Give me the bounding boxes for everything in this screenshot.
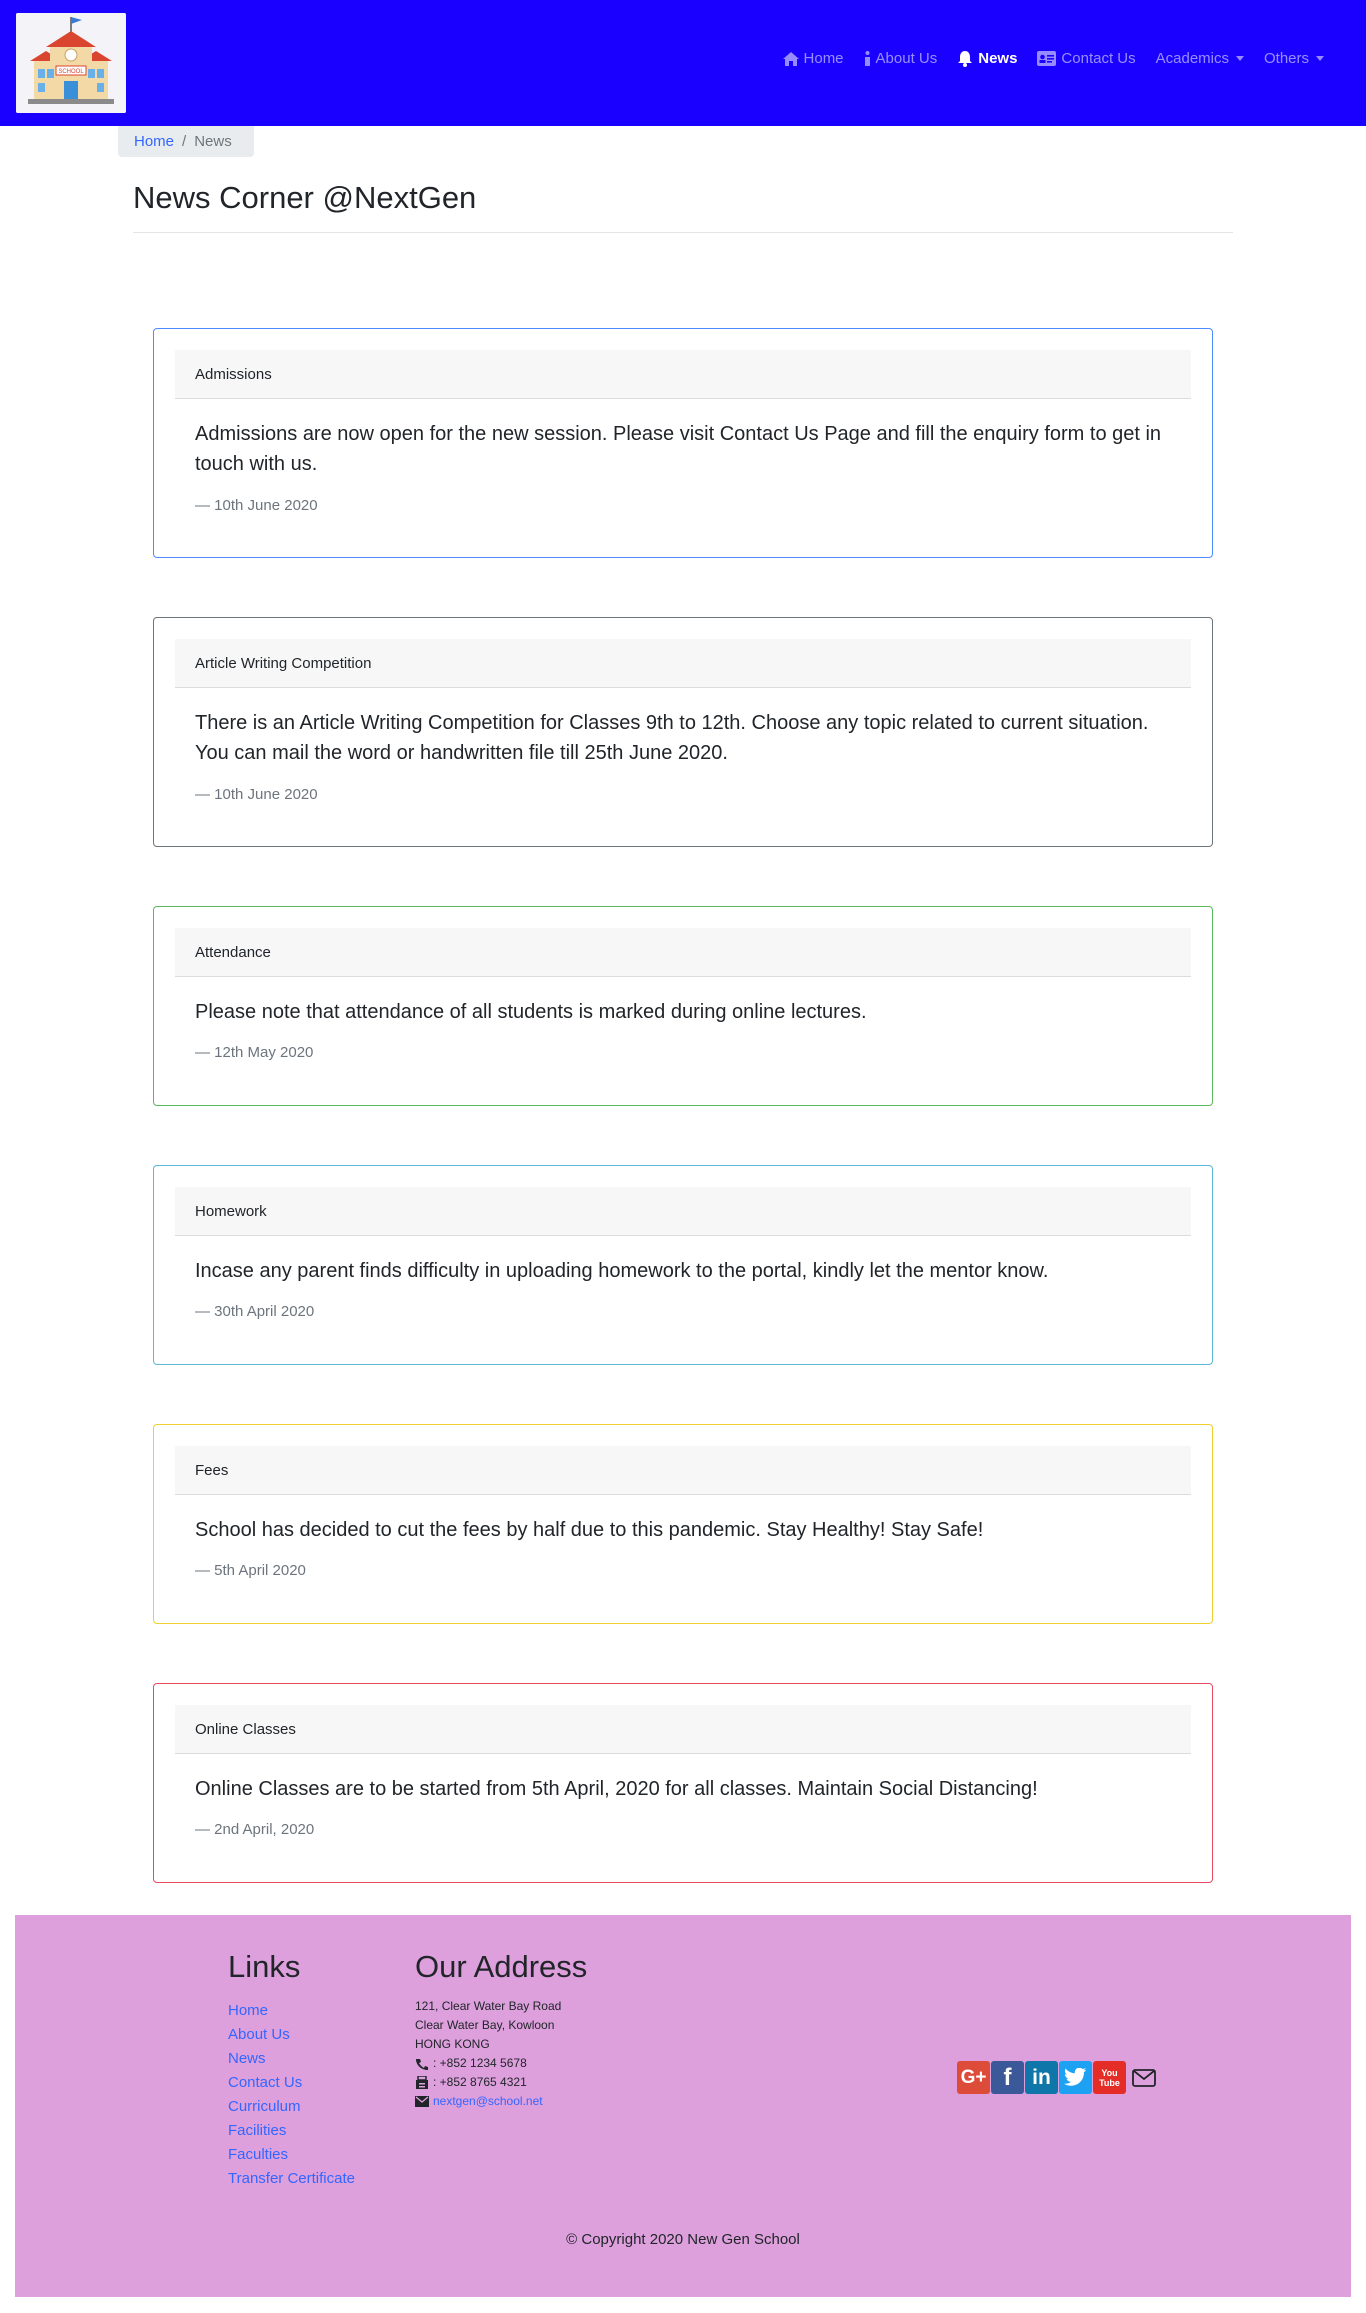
fax-number: : +852 8765 4321 [433, 2075, 527, 2089]
linkedin-icon: in [1032, 2065, 1051, 2089]
news-card-text: Admissions are now open for the new sess… [195, 423, 1162, 475]
nav-news-label: News [978, 50, 1018, 67]
facebook-button[interactable]: f [991, 2061, 1024, 2094]
news-card-title: Admissions [175, 350, 1191, 399]
news-card-text: Incase any parent finds difficulty in up… [195, 1260, 1049, 1282]
footer: Links Home About Us News Contact Us Curr… [15, 1915, 1351, 2297]
breadcrumb-separator: / [182, 133, 187, 150]
address-line: 121, Clear Water Bay Road [415, 1999, 562, 2013]
news-card-date: — 5th April 2020 [195, 1562, 306, 1579]
news-card-title: Online Classes [175, 1705, 1191, 1754]
chevron-down-icon [1316, 56, 1324, 61]
news-card-date: — 12th May 2020 [195, 1044, 314, 1061]
bell-icon [958, 51, 973, 67]
footer-link-curriculum[interactable]: Curriculum [228, 2095, 355, 2119]
news-card-text: School has decided to cut the fees by ha… [195, 1519, 984, 1541]
fax-row: : +852 8765 4321 [415, 2073, 561, 2092]
breadcrumb: Home / News [118, 126, 254, 157]
nav-news[interactable]: News [947, 50, 1027, 67]
news-card-date: — 2nd April, 2020 [195, 1821, 315, 1838]
nav-about-us-label: About Us [875, 50, 938, 67]
phone-number: : +852 1234 5678 [433, 2056, 527, 2070]
breadcrumb-current: News [194, 133, 232, 150]
news-card-title: Attendance [175, 928, 1191, 977]
footer-link-about-us[interactable]: About Us [228, 2023, 355, 2047]
nav-about-us[interactable]: About Us [854, 50, 948, 67]
nav-home-label: Home [803, 50, 844, 67]
address-card-icon [1037, 51, 1057, 66]
news-card-date: — 10th June 2020 [195, 786, 318, 803]
footer-links-list: Home About Us News Contact Us Curriculum… [228, 1999, 355, 2191]
news-card-date: — 10th June 2020 [195, 497, 318, 514]
linkedin-button[interactable]: in [1025, 2061, 1058, 2094]
nav-academics-dropdown[interactable]: Academics [1146, 50, 1254, 67]
news-card: Online Classes Online Classes are to be … [153, 1683, 1213, 1883]
breadcrumb-home-link[interactable]: Home [134, 133, 174, 150]
news-card-title: Homework [175, 1187, 1191, 1236]
home-icon [782, 51, 799, 66]
footer-links-heading: Links [228, 1949, 301, 1984]
phone-icon [416, 2058, 428, 2070]
news-card-title: Article Writing Competition [175, 639, 1191, 688]
envelope-icon [415, 2096, 429, 2107]
youtube-button[interactable]: You Tube [1093, 2061, 1126, 2094]
logo-sign-text: SCHOOL [58, 69, 84, 75]
navbar: SCHOOL Home About Us News Contact Us Aca… [0, 0, 1366, 126]
youtube-icon: You Tube [1099, 2067, 1120, 2088]
fax-icon [416, 2076, 428, 2089]
twitter-icon [1063, 2067, 1086, 2086]
school-logo[interactable]: SCHOOL [16, 13, 126, 113]
news-card: Attendance Please note that attendance o… [153, 906, 1213, 1106]
page-title: News Corner @NextGen [133, 180, 477, 215]
address-line: HONG KONG [415, 2037, 490, 2051]
twitter-button[interactable] [1059, 2061, 1092, 2094]
google-plus-icon: G+ [960, 2066, 987, 2088]
nav-links: Home About Us News Contact Us Academics … [773, 50, 1334, 67]
footer-link-transfer-certificate[interactable]: Transfer Certificate [228, 2167, 355, 2191]
nav-others-label: Others [1263, 50, 1309, 67]
footer-link-faculties[interactable]: Faculties [228, 2143, 355, 2167]
news-card-text: Please note that attendance of all stude… [195, 1001, 867, 1023]
news-card: Fees School has decided to cut the fees … [153, 1424, 1213, 1624]
email-row: nextgen@school.net [415, 2092, 561, 2111]
news-card: Homework Incase any parent finds difficu… [153, 1165, 1213, 1365]
chevron-down-icon [1235, 56, 1244, 61]
email-link[interactable]: nextgen@school.net [433, 2092, 543, 2111]
nav-others-dropdown[interactable]: Others [1254, 50, 1334, 67]
social-buttons: G+ f in You Tube [957, 2061, 1160, 2094]
news-card-date: — 30th April 2020 [195, 1303, 315, 1320]
footer-link-contact-us[interactable]: Contact Us [228, 2071, 355, 2095]
news-card-title: Fees [175, 1446, 1191, 1495]
nav-academics-label: Academics [1155, 50, 1229, 67]
phone-row: : +852 1234 5678 [415, 2054, 561, 2073]
news-card: Admissions Admissions are now open for t… [153, 328, 1213, 558]
news-card-text: Online Classes are to be started from 5t… [195, 1778, 1038, 1800]
footer-address: 121, Clear Water Bay Road Clear Water Ba… [415, 1997, 561, 2111]
address-line: Clear Water Bay, Kowloon [415, 2018, 555, 2032]
footer-address-heading: Our Address [415, 1949, 588, 1984]
envelope-icon [1131, 2068, 1156, 2087]
news-card: Article Writing Competition There is an … [153, 617, 1213, 847]
nav-home[interactable]: Home [773, 50, 854, 67]
school-building-icon: SCHOOL [16, 13, 126, 113]
info-icon [864, 50, 870, 66]
email-button[interactable] [1127, 2061, 1160, 2094]
footer-link-facilities[interactable]: Facilities [228, 2119, 355, 2143]
nav-contact-us[interactable]: Contact Us [1027, 50, 1145, 67]
footer-link-news[interactable]: News [228, 2047, 355, 2071]
nav-contact-us-label: Contact Us [1061, 50, 1136, 67]
google-plus-button[interactable]: G+ [957, 2061, 990, 2094]
copyright: © Copyright 2020 New Gen School [566, 2231, 800, 2248]
facebook-icon: f [1003, 2063, 1012, 2091]
title-divider [133, 232, 1233, 233]
news-card-text: There is an Article Writing Competition … [195, 712, 1149, 764]
footer-link-home[interactable]: Home [228, 1999, 355, 2023]
